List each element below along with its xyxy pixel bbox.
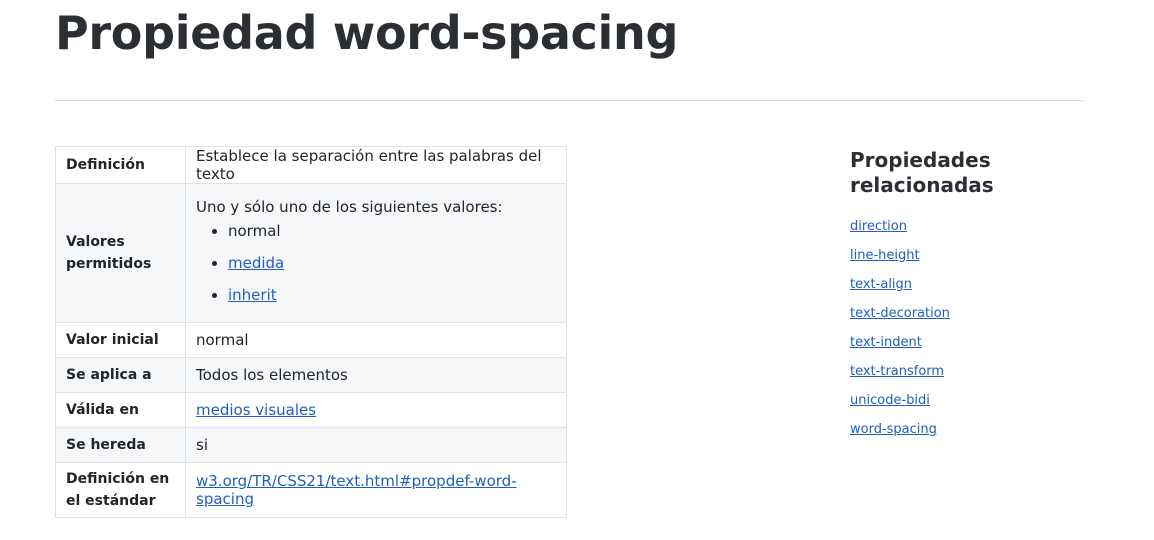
related-link-text-transform[interactable]: text-transform (850, 364, 944, 379)
standard-label: Definición en el estándar (55, 462, 186, 518)
related-properties: Propiedades relacionadas direction line-… (850, 148, 1070, 444)
applies-to-label: Se aplica a (55, 357, 186, 393)
related-item: unicode-bidi (850, 386, 1070, 415)
table-row-valid-in: Válida en medios visuales (55, 392, 567, 428)
property-table: Definición Establece la separación entre… (55, 146, 567, 518)
related-item: text-decoration (850, 299, 1070, 328)
allowed-values-cell: Uno y sólo uno de los siguientes valores… (185, 183, 567, 323)
initial-value: normal (185, 322, 567, 358)
allowed-values-intro: Uno y sólo uno de los siguientes valores… (196, 198, 503, 216)
related-link-direction[interactable]: direction (850, 219, 907, 234)
related-link-text-decoration[interactable]: text-decoration (850, 306, 950, 321)
standard-link[interactable]: w3.org/TR/CSS21/text.html#propdef-word-s… (196, 472, 517, 508)
related-item: line-height (850, 241, 1070, 270)
allowed-values-label: Valores permitidos (55, 183, 186, 323)
valid-in-cell: medios visuales (185, 392, 567, 428)
related-link-text-indent[interactable]: text-indent (850, 335, 922, 350)
medida-link[interactable]: medida (228, 254, 284, 272)
applies-to-value: Todos los elementos (185, 357, 567, 393)
definition-value: Establece la separación entre las palabr… (185, 146, 567, 184)
related-link-line-height[interactable]: line-height (850, 248, 920, 263)
allowed-value-medida: medida (228, 252, 556, 274)
related-heading: Propiedades relacionadas (850, 148, 994, 197)
definition-label: Definición (55, 146, 186, 184)
table-row-inherited: Se hereda si (55, 427, 567, 463)
valid-in-label: Válida en (55, 392, 186, 428)
related-list: direction line-height text-align text-de… (850, 212, 1070, 444)
table-row-initial-value: Valor inicial normal (55, 322, 567, 358)
allowed-value-normal: normal (228, 220, 556, 242)
related-item: direction (850, 212, 1070, 241)
related-item: word-spacing (850, 415, 1070, 444)
standard-cell: w3.org/TR/CSS21/text.html#propdef-word-s… (185, 462, 567, 518)
table-row-applies-to: Se aplica a Todos los elementos (55, 357, 567, 393)
table-row-allowed-values: Valores permitidos Uno y sólo uno de los… (55, 183, 567, 323)
inherited-label: Se hereda (55, 427, 186, 463)
related-link-unicode-bidi[interactable]: unicode-bidi (850, 393, 930, 408)
related-link-text-align[interactable]: text-align (850, 277, 912, 292)
visual-media-link[interactable]: medios visuales (196, 401, 316, 419)
inherited-value: si (185, 427, 567, 463)
page-title: Propiedad word-spacing (55, 6, 679, 60)
allowed-value-inherit: inherit (228, 284, 556, 306)
table-row-standard: Definición en el estándar w3.org/TR/CSS2… (55, 462, 567, 518)
inherit-link[interactable]: inherit (228, 286, 277, 304)
title-divider (55, 100, 1084, 101)
table-row-definition: Definición Establece la separación entre… (55, 146, 567, 184)
related-item: text-indent (850, 328, 1070, 357)
related-item: text-align (850, 270, 1070, 299)
related-item: text-transform (850, 357, 1070, 386)
allowed-values-list: normal medida inherit (196, 220, 556, 306)
initial-value-label: Valor inicial (55, 322, 186, 358)
related-link-word-spacing[interactable]: word-spacing (850, 422, 937, 437)
